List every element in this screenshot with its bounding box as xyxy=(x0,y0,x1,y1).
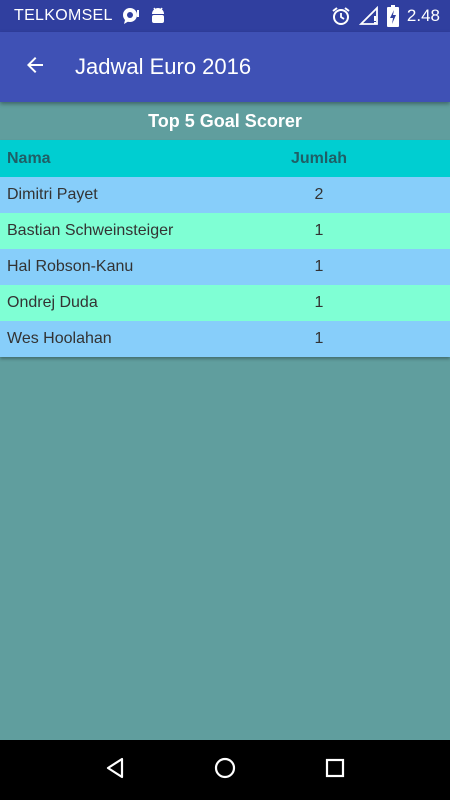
status-left: TELKOMSEL xyxy=(14,6,167,26)
player-name: Hal Robson-Kanu xyxy=(7,258,134,275)
main-content: Top 5 Goal Scorer Nama Jumlah Dimitri Pa… xyxy=(0,102,450,357)
table-row[interactable]: Hal Robson-Kanu 1 xyxy=(0,249,450,285)
navigation-bar xyxy=(0,740,450,800)
back-triangle-icon xyxy=(103,756,127,785)
goal-count: 1 xyxy=(314,222,324,239)
goal-count: 2 xyxy=(314,186,324,203)
table-header: Nama Jumlah xyxy=(0,140,450,177)
table-row[interactable]: Dimitri Payet 2 xyxy=(0,177,450,213)
carrier-name: TELKOMSEL xyxy=(14,7,113,24)
player-name: Wes Hoolahan xyxy=(7,330,112,347)
player-name: Bastian Schweinsteiger xyxy=(7,222,174,239)
table-row[interactable]: Bastian Schweinsteiger 1 xyxy=(0,213,450,249)
chat-bubble-icon xyxy=(121,7,141,25)
status-right: 2.48 xyxy=(331,5,440,27)
nav-home-button[interactable] xyxy=(200,745,250,795)
recents-square-icon xyxy=(324,757,346,784)
back-button[interactable] xyxy=(0,32,70,102)
android-debug-icon xyxy=(149,6,167,26)
player-name: Dimitri Payet xyxy=(7,186,98,203)
status-bar: TELKOMSEL 2.48 xyxy=(0,0,450,32)
clock: 2.48 xyxy=(406,6,440,25)
page-title: Jadwal Euro 2016 xyxy=(75,54,252,79)
battery-icon xyxy=(386,5,399,27)
goal-count: 1 xyxy=(314,330,324,347)
table-row[interactable]: Ondrej Duda 1 xyxy=(0,285,450,321)
nav-recents-button[interactable] xyxy=(310,745,360,795)
player-name: Ondrej Duda xyxy=(7,294,98,311)
goal-count: 1 xyxy=(314,258,324,275)
goal-scorer-table: Nama Jumlah Dimitri Payet 2 Bastian Schw… xyxy=(0,140,450,357)
alarm-icon xyxy=(331,6,351,26)
section-title: Top 5 Goal Scorer xyxy=(148,110,302,131)
header-count: Jumlah xyxy=(290,149,347,167)
header-name: Nama xyxy=(7,149,51,167)
table-row[interactable]: Wes Hoolahan 1 xyxy=(0,321,450,357)
arrow-left-icon xyxy=(23,53,47,82)
goal-count: 1 xyxy=(314,294,324,311)
home-circle-icon xyxy=(213,756,237,785)
app-bar: Jadwal Euro 2016 xyxy=(0,32,450,102)
nav-back-button[interactable] xyxy=(90,745,140,795)
signal-icon xyxy=(358,6,379,26)
